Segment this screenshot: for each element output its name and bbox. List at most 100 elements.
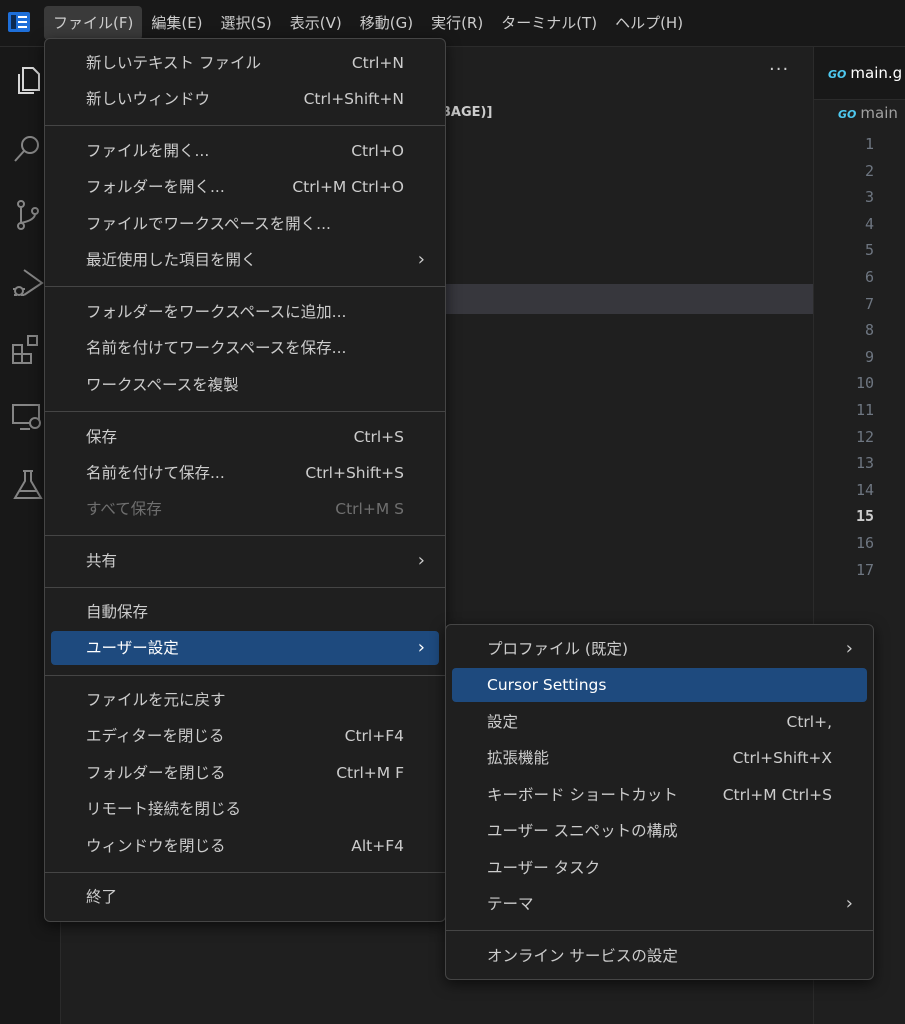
menu-item-close-remote-connection[interactable]: リモート接続を閉じる — [51, 792, 439, 826]
extensions-icon[interactable] — [10, 333, 46, 369]
menu-item-new-text-file[interactable]: 新しいテキスト ファイル Ctrl+N — [51, 46, 439, 80]
menu-item-keyboard-shortcuts[interactable]: キーボード ショートカット Ctrl+M Ctrl+S — [452, 778, 867, 812]
menu-item-shortcut: Ctrl+M F — [336, 764, 404, 782]
menu-item-shortcut: Ctrl+M Ctrl+O — [292, 178, 404, 196]
line-number: 6 — [864, 267, 874, 286]
line-number: 14 — [855, 480, 874, 499]
line-number: 8 — [864, 321, 874, 340]
menu-view[interactable]: 表示(V) — [281, 6, 351, 40]
line-number: 7 — [864, 294, 874, 313]
menu-item-online-services-settings[interactable]: オンライン サービスの設定 — [452, 939, 867, 973]
menu-item-shortcut: Ctrl+M Ctrl+S — [722, 786, 832, 804]
menu-help[interactable]: ヘルプ(H) — [606, 6, 692, 40]
menu-item-close-window[interactable]: ウィンドウを閉じる Alt+F4 — [51, 829, 439, 863]
app-logo-icon — [8, 12, 30, 32]
menu-selection[interactable]: 選択(S) — [212, 6, 281, 40]
menu-item-user-snippets[interactable]: ユーザー スニペットの構成 — [452, 814, 867, 848]
file-menu: 新しいテキスト ファイル Ctrl+N 新しいウィンドウ Ctrl+Shift+N ファ… — [44, 38, 446, 922]
menu-item-save-as[interactable]: 名前を付けて保存... Ctrl+Shift+S — [51, 456, 439, 490]
tab-label: main.g — [850, 64, 903, 82]
menu-item-user-tasks[interactable]: ユーザー タスク — [452, 851, 867, 885]
menu-item-save-workspace-as[interactable]: 名前を付けてワークスペースを保存... — [51, 331, 439, 365]
chevron-right-icon: › — [845, 893, 853, 914]
menu-item-revert-file[interactable]: ファイルを元に戻す — [51, 683, 439, 717]
line-number: 2 — [864, 161, 874, 180]
menu-item-label: フォルダーを開く... — [86, 178, 225, 196]
menu-run[interactable]: 実行(R) — [422, 6, 492, 40]
chevron-right-icon: › — [417, 249, 425, 270]
line-number: 4 — [864, 214, 874, 233]
menu-item-themes[interactable]: テーマ › — [452, 887, 867, 921]
menu-item-label: ユーザー設定 — [86, 639, 179, 657]
menu-item-shortcut: Ctrl+Shift+N — [303, 90, 404, 108]
menu-item-auto-save[interactable]: 自動保存 — [51, 595, 439, 629]
menu-item-shortcut: Ctrl+N — [351, 54, 404, 72]
menu-separator — [446, 930, 873, 931]
menu-edit[interactable]: 編集(E) — [142, 6, 211, 40]
chevron-right-icon: › — [845, 638, 853, 659]
menu-item-shortcut: Ctrl+Shift+X — [732, 749, 832, 767]
menu-item-new-window[interactable]: 新しいウィンドウ Ctrl+Shift+N — [51, 82, 439, 116]
menu-item-label: ウィンドウを閉じる — [86, 837, 226, 855]
more-actions-icon[interactable]: ··· — [769, 59, 789, 80]
remote-explorer-icon[interactable] — [10, 399, 46, 435]
menu-item-label: 名前を付けてワークスペースを保存... — [86, 339, 347, 357]
tab-main-go[interactable]: GO main.g — [828, 64, 902, 82]
menu-go[interactable]: 移動(G) — [351, 6, 422, 40]
line-number: 13 — [855, 454, 874, 473]
menu-item-shortcut: Ctrl+S — [353, 428, 404, 446]
testing-icon[interactable] — [10, 467, 46, 503]
menu-item-preferences[interactable]: ユーザー設定 › — [51, 631, 439, 665]
menu-item-label: キーボード ショートカット — [487, 786, 678, 804]
line-number: 10 — [855, 374, 874, 393]
menu-item-label: ファイルを開く... — [86, 142, 210, 160]
menu-item-cursor-settings[interactable]: Cursor Settings — [452, 668, 867, 702]
menu-terminal[interactable]: ターミナル(T) — [492, 6, 606, 40]
menu-file[interactable]: ファイル(F) — [44, 6, 143, 40]
go-file-icon: GO — [838, 108, 857, 121]
menu-separator — [45, 411, 445, 412]
menu-item-label: 保存 — [86, 428, 118, 446]
menu-item-label: ワークスペースを複製 — [86, 376, 239, 394]
menu-item-save[interactable]: 保存 Ctrl+S — [51, 420, 439, 454]
breadcrumb-label: main — [860, 104, 898, 122]
menu-item-shortcut: Ctrl+Shift+S — [305, 464, 404, 482]
editor-tab-bar: GO main.g — [814, 47, 905, 100]
menu-item-add-folder-to-workspace[interactable]: フォルダーをワークスペースに追加... — [51, 295, 439, 329]
menu-item-label: ファイルを元に戻す — [86, 691, 226, 709]
menu-item-open-file[interactable]: ファイルを開く... Ctrl+O — [51, 134, 439, 168]
menu-item-shortcut: Ctrl+M S — [335, 500, 404, 518]
menu-item-label: 拡張機能 — [487, 749, 550, 767]
menu-item-share[interactable]: 共有 › — [51, 544, 439, 578]
menu-separator — [45, 675, 445, 676]
search-icon[interactable] — [10, 131, 46, 167]
menu-item-exit[interactable]: 終了 — [51, 880, 439, 914]
line-number: 16 — [855, 533, 874, 552]
menu-item-extensions[interactable]: 拡張機能 Ctrl+Shift+X — [452, 741, 867, 775]
sidebar-section-header[interactable]: BAGE)] — [441, 105, 492, 120]
menu-separator — [45, 587, 445, 588]
menu-item-shortcut: Ctrl+O — [351, 142, 404, 160]
line-number: 9 — [864, 347, 874, 366]
line-number: 12 — [855, 427, 874, 446]
menu-separator — [45, 286, 445, 287]
source-control-icon[interactable] — [10, 197, 46, 233]
run-debug-icon[interactable] — [10, 265, 46, 301]
menu-item-open-folder[interactable]: フォルダーを開く... Ctrl+M Ctrl+O — [51, 170, 439, 204]
menu-item-open-recent[interactable]: 最近使用した項目を開く › — [51, 243, 439, 277]
menu-item-duplicate-workspace[interactable]: ワークスペースを複製 — [51, 368, 439, 402]
menu-item-shortcut: Ctrl+F4 — [344, 727, 404, 745]
menu-item-label: フォルダーを閉じる — [86, 764, 226, 782]
menu-item-label: 名前を付けて保存... — [86, 464, 225, 482]
selected-tree-row[interactable] — [441, 284, 813, 314]
menu-item-settings[interactable]: 設定 Ctrl+, — [452, 705, 867, 739]
menu-item-close-folder[interactable]: フォルダーを閉じる Ctrl+M F — [51, 756, 439, 790]
menu-item-profile[interactable]: プロファイル (既定) › — [452, 632, 867, 666]
menu-item-label: 新しいウィンドウ — [86, 90, 211, 108]
menu-item-label: 新しいテキスト ファイル — [86, 54, 261, 72]
menu-item-close-editor[interactable]: エディターを閉じる Ctrl+F4 — [51, 719, 439, 753]
menu-item-label: 設定 — [487, 713, 519, 731]
menu-item-open-workspace-from-file[interactable]: ファイルでワークスペースを開く... — [51, 207, 439, 241]
breadcrumb[interactable]: GO main — [838, 104, 898, 122]
explorer-icon[interactable] — [10, 63, 46, 99]
